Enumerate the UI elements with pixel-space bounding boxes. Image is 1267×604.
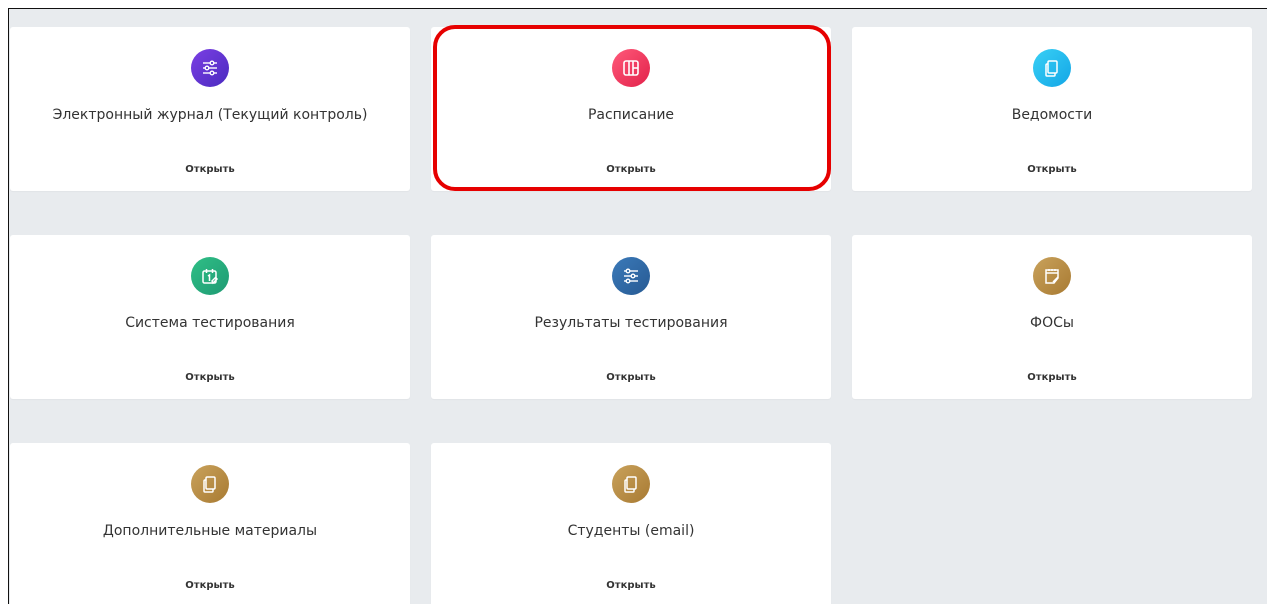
open-link[interactable]: Открыть <box>10 164 410 175</box>
module-card-testing-system[interactable]: Система тестирования Открыть <box>10 235 410 399</box>
open-link[interactable]: Открыть <box>431 164 831 175</box>
open-link[interactable]: Открыть <box>431 580 831 591</box>
module-title: Студенты (email) <box>567 523 695 539</box>
open-link[interactable]: Открыть <box>852 164 1252 175</box>
module-card-test-results[interactable]: Результаты тестирования Открыть <box>431 235 831 399</box>
module-title: Дополнительные материалы <box>102 523 318 539</box>
module-title: Электронный журнал (Текущий контроль) <box>52 107 368 123</box>
sliders-icon <box>612 257 650 295</box>
module-card-fos[interactable]: ФОСы Открыть <box>852 235 1252 399</box>
module-card-schedule[interactable]: Расписание Открыть <box>431 27 831 191</box>
calendar-icon <box>191 257 229 295</box>
copy-icon <box>191 465 229 503</box>
copy-icon <box>612 465 650 503</box>
open-link[interactable]: Открыть <box>852 372 1252 383</box>
layout-columns-icon <box>612 49 650 87</box>
notepad-icon <box>1033 257 1071 295</box>
module-card-electronic-journal[interactable]: Электронный журнал (Текущий контроль) От… <box>10 27 410 191</box>
module-title: Результаты тестирования <box>534 315 728 331</box>
module-card-statements[interactable]: Ведомости Открыть <box>852 27 1252 191</box>
module-title: Ведомости <box>1011 107 1093 123</box>
modules-grid: Электронный журнал (Текущий контроль) От… <box>10 27 1252 604</box>
open-link[interactable]: Открыть <box>10 372 410 383</box>
modules-panel: Электронный журнал (Текущий контроль) От… <box>8 8 1267 604</box>
module-title: Расписание <box>587 107 675 123</box>
module-title: ФОСы <box>1030 315 1074 331</box>
module-title: Система тестирования <box>125 315 295 331</box>
module-card-additional-materials[interactable]: Дополнительные материалы Открыть <box>10 443 410 604</box>
module-card-students-email[interactable]: Студенты (email) Открыть <box>431 443 831 604</box>
open-link[interactable]: Открыть <box>10 580 410 591</box>
open-link[interactable]: Открыть <box>431 372 831 383</box>
sliders-icon <box>191 49 229 87</box>
copy-icon <box>1033 49 1071 87</box>
